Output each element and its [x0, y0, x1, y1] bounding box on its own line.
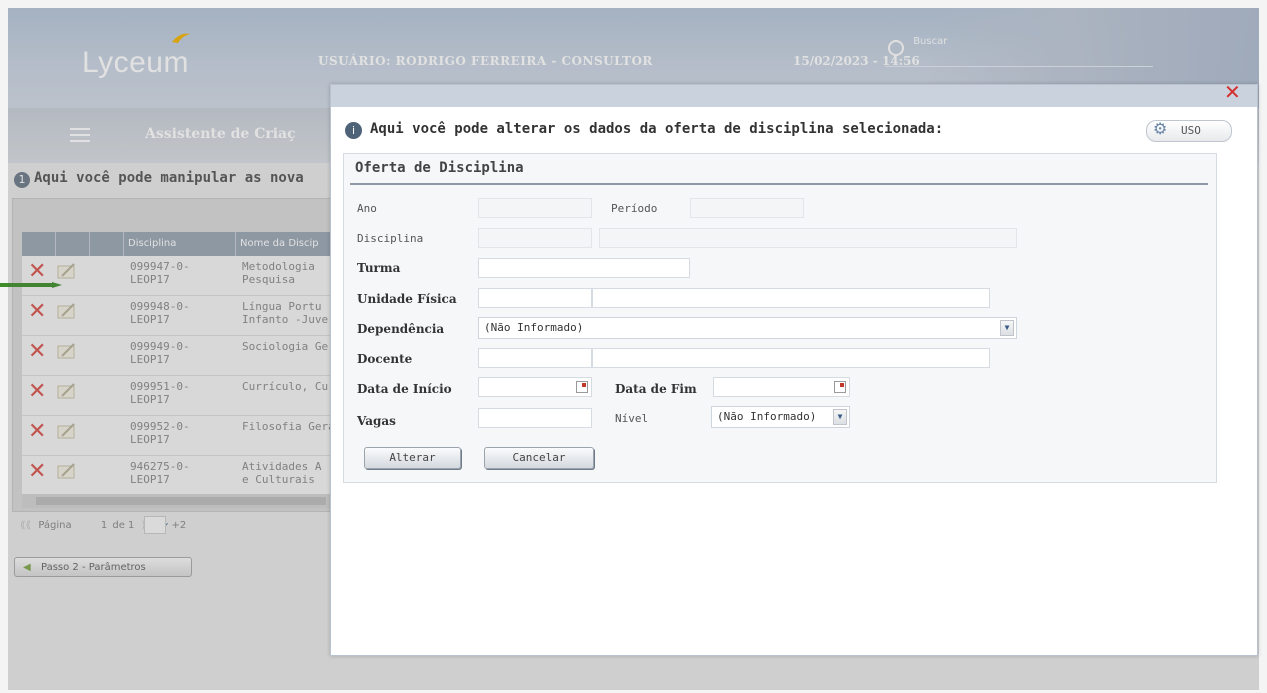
- calendar-icon[interactable]: [834, 381, 846, 393]
- dependencia-label: Dependência: [357, 322, 445, 336]
- periodo-label: Período: [611, 202, 658, 215]
- docente-label: Docente: [357, 352, 413, 366]
- docente-name-field[interactable]: [592, 348, 990, 368]
- turma-field[interactable]: [478, 258, 690, 278]
- turma-label: Turma: [357, 261, 401, 275]
- cancelar-button[interactable]: Cancelar: [484, 447, 594, 469]
- unidade-fisica-label: Unidade Física: [357, 292, 457, 306]
- close-icon[interactable]: ✕: [1224, 82, 1241, 102]
- vagas-label: Vagas: [357, 414, 396, 428]
- dependencia-value: (Não Informado): [484, 321, 584, 334]
- data-fim-field[interactable]: [713, 377, 850, 397]
- ano-field: [478, 198, 592, 218]
- uso-button[interactable]: ⚙ USO: [1146, 119, 1232, 142]
- modal-header-bar: [331, 85, 1257, 107]
- dependencia-select[interactable]: (Não Informado) ▼: [478, 317, 1017, 339]
- disciplina-code-field: [478, 228, 592, 248]
- uso-label: USO: [1181, 124, 1201, 137]
- chevron-down-icon[interactable]: ▼: [1000, 320, 1014, 336]
- nivel-label: Nível: [615, 412, 649, 425]
- nivel-value: (Não Informado): [717, 410, 817, 423]
- vagas-field[interactable]: [478, 408, 592, 428]
- info-icon: i: [345, 122, 362, 139]
- gear-icon: ⚙: [1153, 119, 1168, 138]
- panel-title: Oferta de Disciplina: [355, 160, 524, 176]
- nivel-select[interactable]: (Não Informado) ▼: [711, 406, 850, 428]
- disciplina-name-field: [599, 228, 1017, 248]
- ano-label: Ano: [357, 202, 377, 215]
- data-inicio-field[interactable]: [478, 377, 592, 397]
- periodo-field: [690, 198, 804, 218]
- docente-code-field[interactable]: [478, 348, 592, 368]
- data-fim-label: Data de Fim: [615, 382, 697, 396]
- unidade-fisica-code-field[interactable]: [478, 288, 592, 308]
- alterar-button[interactable]: Alterar: [364, 447, 461, 469]
- unidade-fisica-name-field[interactable]: [592, 288, 990, 308]
- disciplina-label: Disciplina: [357, 232, 424, 245]
- data-inicio-label: Data de Início: [357, 382, 452, 396]
- chevron-down-icon[interactable]: ▼: [833, 409, 847, 425]
- calendar-icon[interactable]: [576, 381, 588, 393]
- modal-title: Aqui você pode alterar os dados da ofert…: [370, 121, 944, 137]
- panel-divider: [350, 183, 1208, 185]
